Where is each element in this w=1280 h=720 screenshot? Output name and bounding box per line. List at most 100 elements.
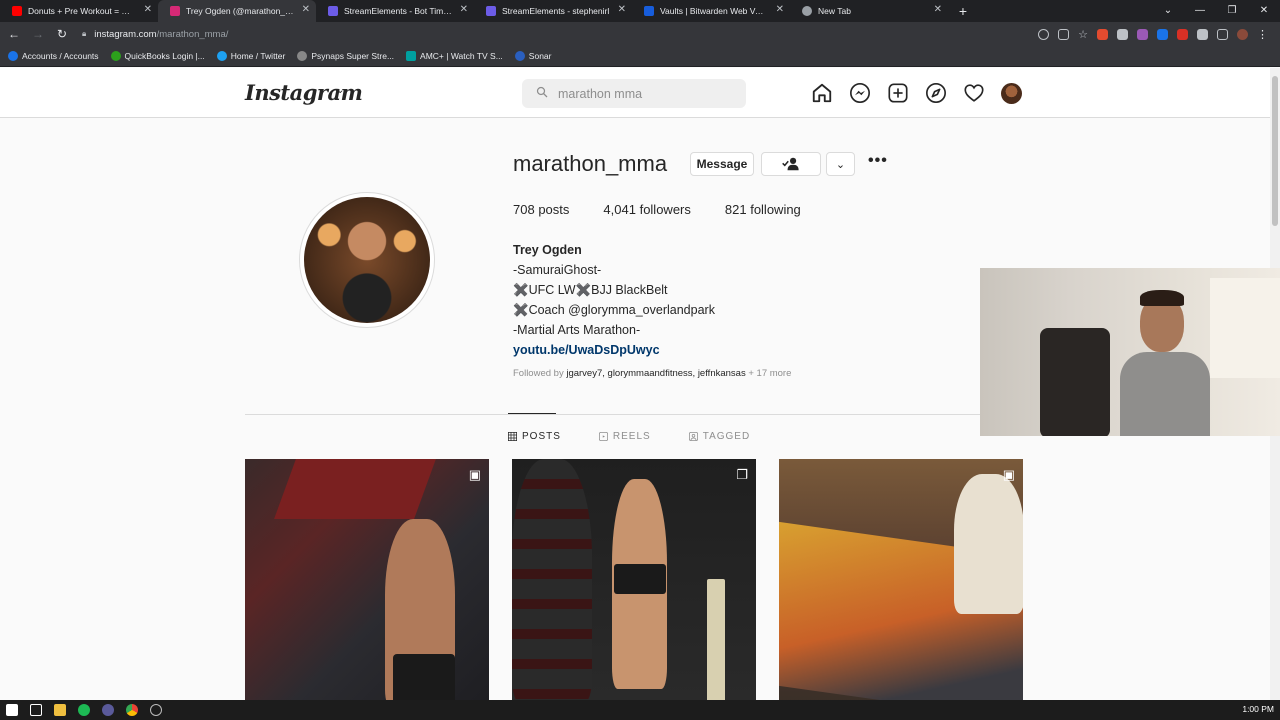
sidebar-icon[interactable]: [1217, 28, 1228, 40]
person-check-icon: [782, 157, 799, 171]
post-image-figure: [707, 579, 725, 700]
profile-picture-ring: [299, 192, 435, 328]
more-options-icon[interactable]: •••: [868, 152, 888, 170]
restore-icon[interactable]: ❐: [1216, 0, 1248, 22]
post-image-figure: [614, 564, 666, 594]
taskbar-clock[interactable]: 1:00 PM: [1242, 704, 1274, 714]
browser-tab[interactable]: Vaults | Bitwarden Web Vault ✕: [632, 0, 790, 22]
messenger-icon[interactable]: [849, 82, 871, 104]
bookmark-favicon-icon: [514, 51, 525, 61]
extension-icon[interactable]: [1177, 28, 1188, 40]
tab-reels[interactable]: REELS: [598, 431, 651, 442]
heart-icon[interactable]: [963, 82, 985, 104]
tab-search-chevron-icon[interactable]: ⌄: [1152, 0, 1184, 22]
puzzle-icon[interactable]: [1197, 28, 1208, 40]
instagram-header: Instagram ⌄: [0, 68, 1270, 118]
followers-stat[interactable]: 4,041 followers: [603, 202, 690, 217]
post-thumbnail[interactable]: ▣: [245, 459, 489, 700]
post-thumbnail[interactable]: ▣: [779, 459, 1023, 700]
profile-tabs: POSTS REELS TAGGED: [508, 431, 750, 442]
followers-label: followers: [639, 202, 691, 217]
forward-arrow-icon[interactable]: →: [28, 27, 48, 41]
active-tab-indicator: [508, 413, 556, 414]
file-explorer-icon[interactable]: [54, 704, 66, 716]
post-thumbnail[interactable]: ❐: [512, 459, 756, 700]
close-icon[interactable]: ✕: [934, 4, 942, 15]
browser-tab[interactable]: StreamElements - stephenirl ✕: [474, 0, 632, 22]
minimize-icon[interactable]: —: [1184, 0, 1216, 22]
suggested-accounts-button[interactable]: ⌄: [826, 152, 855, 176]
tab-tagged[interactable]: TAGGED: [688, 431, 750, 442]
tab-posts[interactable]: POSTS: [508, 431, 561, 442]
reel-icon: ▣: [1002, 467, 1015, 482]
following-stat[interactable]: 821 following: [725, 202, 801, 217]
chrome-icon[interactable]: [126, 704, 138, 716]
bookmark-item[interactable]: Sonar: [514, 51, 551, 61]
back-arrow-icon[interactable]: ←: [4, 27, 24, 41]
extension-icon[interactable]: [1137, 28, 1148, 40]
reel-icon: ▣: [468, 467, 481, 482]
tab-label: POSTS: [522, 431, 561, 442]
bitwarden-favicon-icon: [644, 6, 654, 16]
bookmark-item[interactable]: QuickBooks Login |...: [110, 51, 205, 61]
close-icon[interactable]: ✕: [144, 4, 152, 15]
share-icon[interactable]: [1058, 28, 1070, 40]
new-post-icon[interactable]: [887, 82, 909, 104]
chevron-down-icon[interactable]: ⌄: [336, 85, 344, 96]
reload-icon[interactable]: ↻: [52, 27, 72, 41]
bookmark-item[interactable]: Psynaps Super Stre...: [297, 51, 394, 61]
following-button[interactable]: [761, 152, 821, 176]
app-icon[interactable]: [150, 704, 162, 716]
instagram-logo[interactable]: Instagram: [245, 80, 363, 105]
close-window-icon[interactable]: ✕: [1248, 0, 1280, 22]
browser-tab-active[interactable]: Trey Ogden (@marathon_mma) ✕: [158, 0, 316, 22]
search-input[interactable]: [558, 86, 728, 101]
extension-icon[interactable]: [1157, 28, 1168, 40]
bio-link[interactable]: youtu.be/UwaDsDpUwyc: [513, 340, 715, 360]
bio-line: -SamuraiGhost-: [513, 263, 602, 277]
bookmark-favicon-icon: [110, 51, 121, 61]
zoom-icon[interactable]: [1038, 28, 1050, 40]
bio-line: ✖️Coach @glorymma_overlandpark: [513, 303, 715, 317]
browser-tab[interactable]: Donuts + Pre Workout = GIT 'R' ... ✕: [0, 0, 158, 22]
search-box[interactable]: [522, 79, 746, 108]
task-view-icon[interactable]: [30, 704, 42, 716]
header-nav-icons: [811, 82, 1022, 104]
profile-avatar[interactable]: [1001, 82, 1022, 104]
url-field[interactable]: 🔒︎ instagram.com/marathon_mma/: [82, 29, 1038, 40]
followed-by[interactable]: Followed by jgarvey7, glorymmaandfitness…: [513, 368, 791, 379]
bookmark-item[interactable]: Home / Twitter: [216, 51, 285, 61]
browser-tab-strip: Donuts + Pre Workout = GIT 'R' ... ✕ Tre…: [0, 0, 1280, 22]
bookmarks-bar: Accounts / Accounts QuickBooks Login |..…: [0, 46, 1280, 67]
menu-kebab-icon[interactable]: ⋮: [1257, 28, 1268, 41]
message-button[interactable]: Message: [690, 152, 754, 176]
post-image-figure: [393, 654, 455, 700]
bookmark-item[interactable]: Accounts / Accounts: [8, 51, 99, 61]
newtab-favicon-icon: [802, 6, 812, 16]
extension-icon[interactable]: [1097, 28, 1108, 40]
close-icon[interactable]: ✕: [618, 4, 626, 15]
windows-start-icon[interactable]: [6, 704, 18, 716]
obs-icon[interactable]: [102, 704, 114, 716]
bookmark-label: AMC+ | Watch TV S...: [420, 51, 503, 61]
scrollbar-thumb[interactable]: [1272, 76, 1278, 226]
browser-tab[interactable]: New Tab ✕: [790, 0, 948, 22]
close-icon[interactable]: ✕: [776, 4, 784, 15]
bookmark-item[interactable]: AMC+ | Watch TV S...: [406, 51, 503, 61]
close-icon[interactable]: ✕: [302, 4, 310, 15]
profile-picture[interactable]: [304, 197, 430, 323]
new-tab-plus-icon[interactable]: +: [952, 0, 974, 22]
spotify-icon[interactable]: [78, 704, 90, 716]
extension-icon[interactable]: [1117, 28, 1128, 40]
explore-compass-icon[interactable]: [925, 82, 947, 104]
posts-label: posts: [538, 202, 570, 217]
close-icon[interactable]: ✕: [460, 4, 468, 15]
followed-prefix: Followed by: [513, 368, 564, 379]
home-icon[interactable]: [811, 82, 833, 104]
profile-avatar-icon[interactable]: [1237, 28, 1248, 40]
star-icon[interactable]: ☆: [1078, 28, 1088, 41]
webcam-overlay: [980, 268, 1280, 436]
windows-taskbar: 1:00 PM: [0, 700, 1280, 720]
browser-tab[interactable]: StreamElements - Bot Timers ✕: [316, 0, 474, 22]
webcam-person: [1110, 288, 1220, 436]
